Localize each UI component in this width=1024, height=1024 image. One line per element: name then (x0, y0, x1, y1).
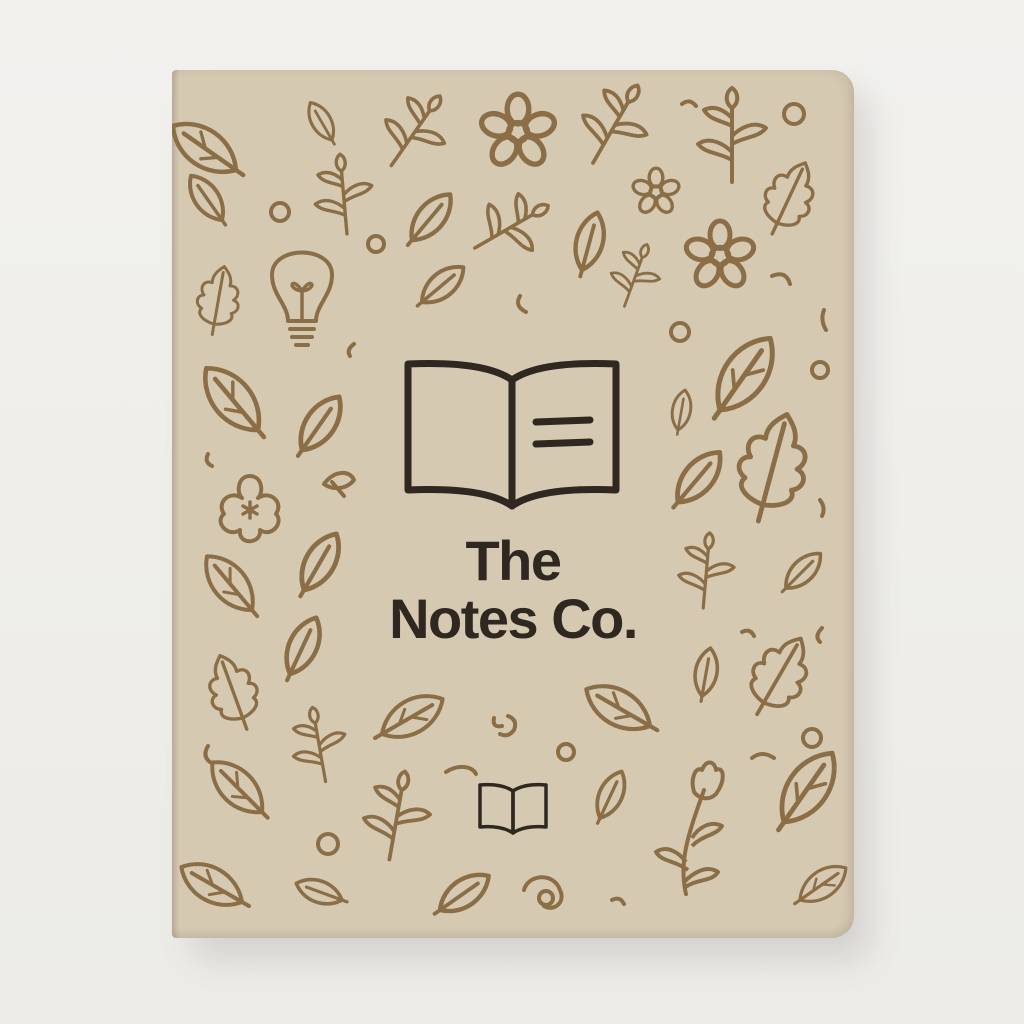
brand-name-line-1: The (465, 529, 562, 592)
brand-block: The Notes Co. (172, 70, 854, 938)
brand-name: The Notes Co. (172, 532, 854, 648)
small-book-icon (478, 782, 548, 835)
notebook-cover: The Notes Co. (172, 70, 854, 938)
open-book-icon (404, 360, 620, 510)
brand-name-line-2: Notes Co. (389, 587, 638, 650)
scene: The Notes Co. (0, 0, 1024, 1024)
